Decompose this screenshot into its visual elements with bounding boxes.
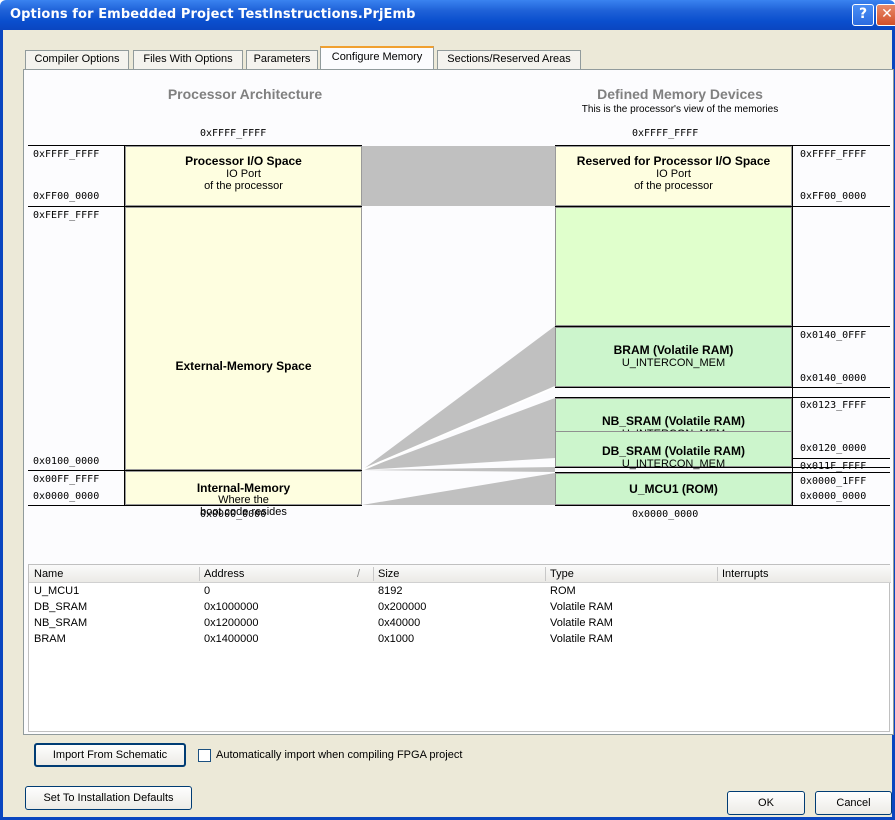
- reserved-io-space-title: Reserved for Processor I/O Space: [576, 154, 771, 168]
- internal-memory-title: Internal-Memory: [196, 481, 291, 495]
- column-separator[interactable]: [545, 567, 546, 581]
- import-from-schematic-button[interactable]: Import From Schematic: [34, 743, 186, 767]
- internal-memory-block[interactable]: Internal-Memory Where the boot code resi…: [125, 471, 362, 518]
- proc-io-lo-addr: 0xFF00_0000: [33, 191, 100, 202]
- external-memory-space-title: External-Memory Space: [175, 359, 312, 373]
- dev-dbsram-hi-addr-visible: 0x011F_FFFF: [800, 461, 867, 472]
- cancel-button-label: Cancel: [836, 797, 871, 809]
- table-row[interactable]: U_MCU1 0 8192 ROM: [29, 583, 891, 599]
- dev-nbsram-hi-addr: 0x0123_FFFF: [800, 400, 867, 411]
- column-header-size[interactable]: Size: [378, 567, 399, 582]
- table-row[interactable]: BRAM 0x1400000 0x1000 Volatile RAM: [29, 631, 891, 647]
- dev-reserved-hi-addr: 0xFFFF_FFFF: [800, 149, 867, 160]
- column-separator[interactable]: [717, 567, 718, 581]
- cell-size: 8192: [378, 585, 403, 597]
- cell-name: BRAM: [34, 633, 66, 645]
- internal-memory-line2: boot code resides: [200, 506, 287, 518]
- sort-indicator-icon: /: [357, 568, 361, 580]
- dev-reserved-lo-addr: 0xFF00_0000: [800, 191, 867, 202]
- reserved-io-space-line2: of the processor: [634, 180, 713, 192]
- table-header: Name Address / Size Type Interrupts: [29, 565, 891, 583]
- cell-size: 0x1000: [378, 633, 415, 645]
- dev-mcu-lo-addr: 0x0000_0000: [800, 491, 867, 502]
- cell-address: 0: [204, 585, 211, 597]
- cell-address: 0x1200000: [204, 617, 259, 629]
- cell-address: 0x1000000: [204, 601, 259, 613]
- table-row[interactable]: NB_SRAM 0x1200000 0x40000 Volatile RAM: [29, 615, 891, 631]
- bram-title: BRAM (Volatile RAM): [613, 343, 734, 357]
- column-header-interrupts[interactable]: Interrupts: [722, 567, 768, 582]
- proc-io-hi-addr: 0xFFFF_FFFF: [33, 149, 100, 160]
- column-header-type[interactable]: Type: [550, 567, 574, 582]
- column-separator[interactable]: [199, 567, 200, 581]
- mcu-rom-title: U_MCU1 (ROM): [629, 482, 718, 496]
- db-sram-positioned-block[interactable]: DB_SRAM (Volatile RAM) U_INTERCON_MEM: [555, 431, 792, 470]
- nb-sram-title: NB_SRAM (Volatile RAM): [601, 414, 746, 428]
- bram-subtitle: U_INTERCON_MEM: [621, 357, 726, 369]
- proc-int-lo-addr: 0x0000_0000: [33, 491, 100, 502]
- ok-button[interactable]: OK: [727, 791, 805, 815]
- right-bottom-line: [555, 505, 890, 506]
- processor-io-space-line2: of the processor: [204, 180, 283, 192]
- cell-name: U_MCU1: [34, 585, 80, 597]
- cancel-button[interactable]: Cancel: [815, 791, 892, 815]
- proc-ext-hi-addr: 0xFEFF_FFFF: [33, 210, 100, 221]
- dev-mcu-hi-addr: 0x0000_1FFF: [800, 476, 867, 487]
- bram-block[interactable]: BRAM (Volatile RAM) U_INTERCON_MEM: [555, 327, 792, 387]
- cell-type: Volatile RAM: [550, 633, 613, 645]
- db-sram-title: DB_SRAM (Volatile RAM): [601, 444, 746, 458]
- ok-button-label: OK: [758, 797, 774, 809]
- internal-memory-line1: Where the: [218, 494, 269, 506]
- import-from-schematic-label: Import From Schematic: [52, 749, 168, 761]
- dev-bram-hi-addr: 0x0140_0FFF: [800, 330, 867, 341]
- proc-int-hi-addr: 0x00FF_FFFF: [33, 474, 100, 485]
- external-memory-space-block[interactable]: External-Memory Space: [125, 207, 362, 470]
- dev-bram-lo-addr: 0x0140_0000: [800, 373, 867, 384]
- db-sram-subtitle: U_INTERCON_MEM: [621, 458, 726, 470]
- auto-import-label[interactable]: Automatically import when compiling FPGA…: [216, 749, 462, 761]
- proc-ext-lo-addr: 0x0100_0000: [33, 456, 100, 467]
- cell-name: DB_SRAM: [34, 601, 88, 613]
- column-separator[interactable]: [373, 567, 374, 581]
- reserved-io-space-block[interactable]: Reserved for Processor I/O Space IO Port…: [555, 146, 792, 206]
- cell-name: NB_SRAM: [34, 617, 88, 629]
- cell-type: Volatile RAM: [550, 617, 613, 629]
- unmapped-space-block: [555, 207, 792, 326]
- processor-io-space-line1: IO Port: [226, 168, 261, 180]
- cell-type: Volatile RAM: [550, 601, 613, 613]
- cell-size: 0x200000: [378, 601, 427, 613]
- set-installation-defaults-label: Set To Installation Defaults: [43, 792, 174, 804]
- column-header-address[interactable]: Address: [204, 567, 244, 582]
- processor-io-space-title: Processor I/O Space: [185, 154, 302, 168]
- right-bram-bottom: [555, 387, 890, 388]
- memory-devices-table[interactable]: Name Address / Size Type Interrupts U_MC…: [28, 564, 891, 732]
- tab-configure-memory[interactable]: Configure Memory: [320, 46, 434, 69]
- cell-address: 0x1400000: [204, 633, 259, 645]
- processor-io-space-block[interactable]: Processor I/O Space IO Port of the proce…: [125, 146, 362, 206]
- mcu-rom-block[interactable]: U_MCU1 (ROM): [555, 473, 792, 505]
- auto-import-checkbox[interactable]: [198, 749, 211, 762]
- cell-size: 0x40000: [378, 617, 421, 629]
- cell-type: ROM: [550, 585, 576, 597]
- dev-nbsram-lo-addr: 0x0120_0000: [800, 443, 867, 454]
- reserved-io-space-line1: IO Port: [656, 168, 691, 180]
- set-installation-defaults-button[interactable]: Set To Installation Defaults: [25, 786, 192, 810]
- column-header-name[interactable]: Name: [34, 567, 63, 582]
- table-row[interactable]: DB_SRAM 0x1000000 0x200000 Volatile RAM: [29, 599, 891, 615]
- right-axis-line: [792, 145, 793, 505]
